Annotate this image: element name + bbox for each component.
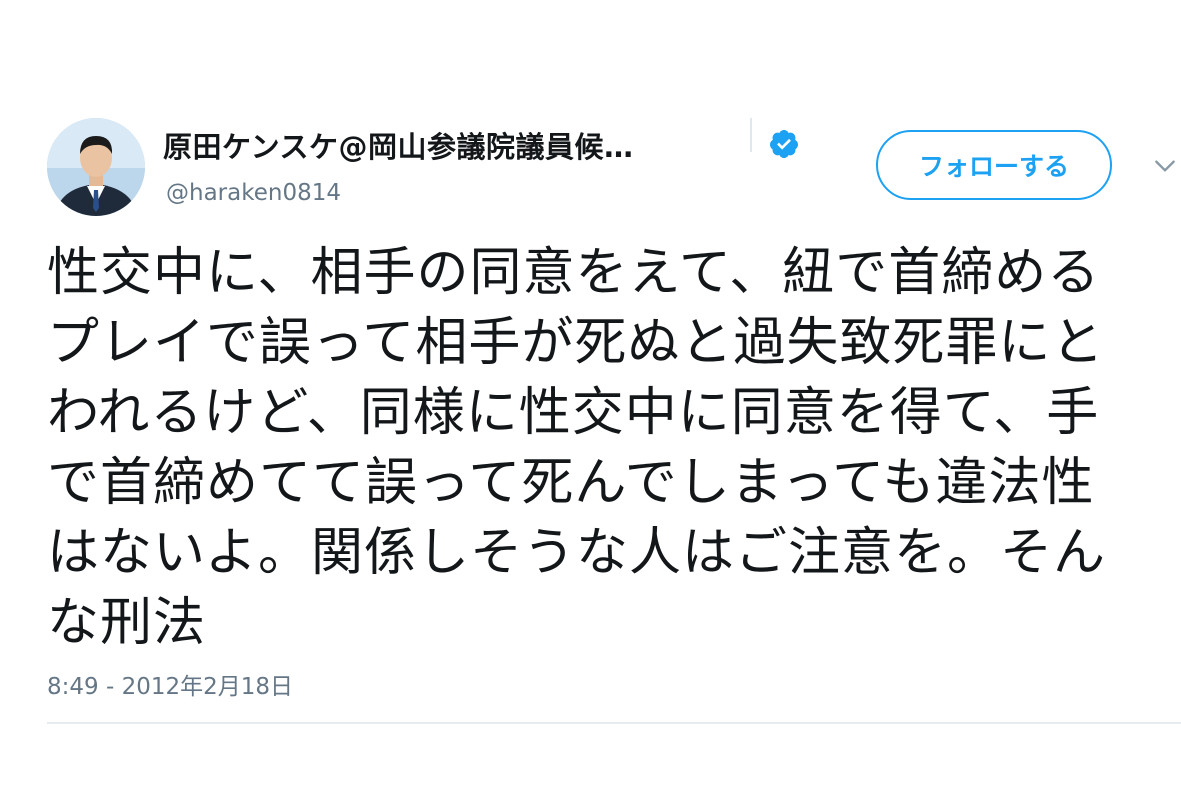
tweet-card: 原田ケンスケ@岡山参議院議員候… @haraken0814 フォローする 性交中… bbox=[0, 0, 1181, 788]
chevron-down-icon[interactable] bbox=[1152, 153, 1178, 179]
avatar[interactable] bbox=[47, 118, 145, 216]
verified-badge-icon bbox=[769, 130, 798, 158]
author-handle[interactable]: @haraken0814 bbox=[166, 180, 341, 206]
divider bbox=[47, 722, 1181, 724]
name-separator bbox=[750, 118, 752, 152]
follow-button[interactable]: フォローする bbox=[876, 130, 1112, 200]
author-display-name[interactable]: 原田ケンスケ@岡山参議院議員候… bbox=[163, 124, 634, 166]
tweet-text: 性交中に、相手の同意をえて、紐で首締める プレイで誤って相手が死ぬと過失致死罪に… bbox=[47, 243, 1106, 653]
tweet-timestamp[interactable]: 8:49 - 2012年2月18日 bbox=[47, 667, 293, 701]
profile-photo-icon bbox=[47, 118, 145, 216]
